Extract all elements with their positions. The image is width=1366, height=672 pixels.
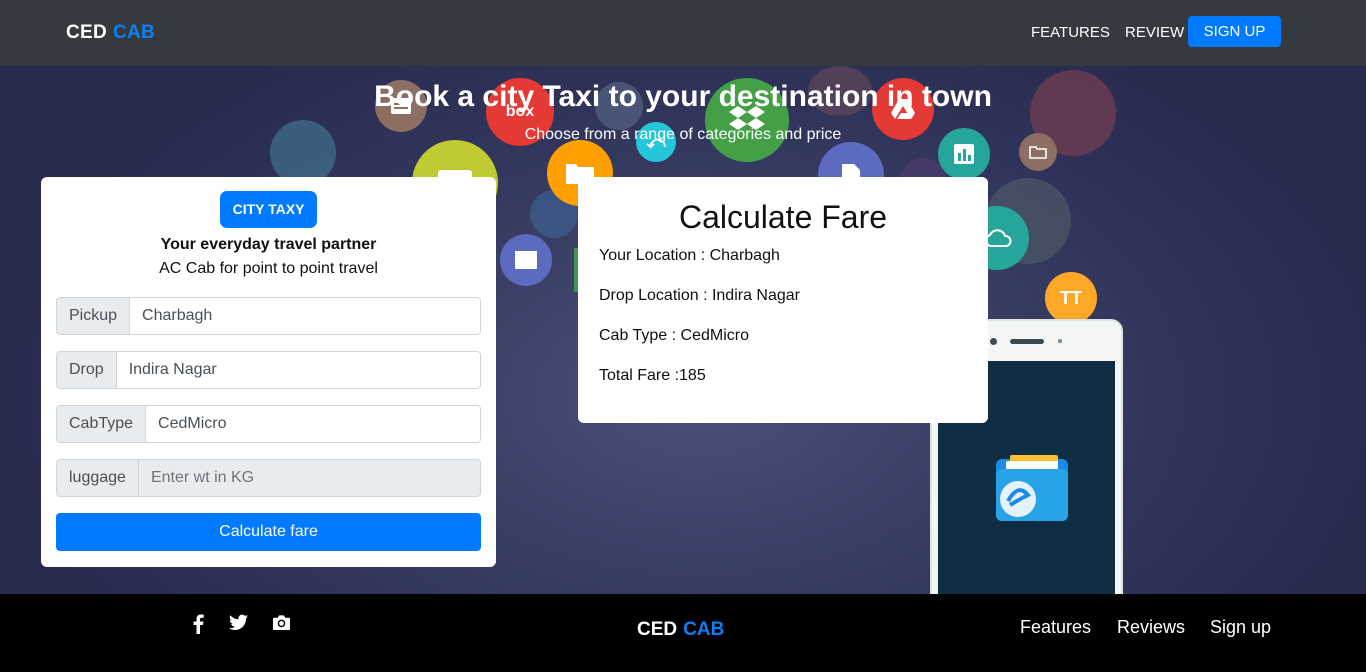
pickup-label: Pickup: [57, 298, 131, 334]
footer-brand-part1: CED: [637, 619, 678, 640]
luggage-input[interactable]: [138, 460, 480, 496]
pickup-input[interactable]: [130, 298, 480, 334]
brand-part2: CAB: [113, 22, 156, 43]
booking-card: CITY TAXY Your everyday travel partner A…: [41, 177, 496, 567]
drop-input[interactable]: [116, 352, 480, 388]
text-size-icon: TT: [1045, 272, 1097, 324]
city-taxy-badge[interactable]: CITY TAXY: [220, 191, 317, 228]
fare-title: Calculate Fare: [678, 199, 888, 235]
fare-total: Total Fare :185: [599, 367, 706, 384]
footer-signup-link[interactable]: Sign up: [1210, 617, 1271, 638]
camera-icon[interactable]: [272, 614, 291, 636]
booking-subtagline: AC Cab for point to point travel: [159, 260, 378, 277]
cabtype-label: CabType: [57, 406, 147, 442]
brand-logo[interactable]: CED CAB: [66, 22, 155, 44]
cabtype-group: CabType: [56, 405, 481, 443]
hero-subtitle: Choose from a range of categories and pr…: [524, 126, 842, 143]
twitter-icon[interactable]: [229, 614, 248, 636]
phone-camera: [990, 338, 997, 345]
luggage-group: luggage: [56, 459, 481, 497]
hero-section: box ⤺ TT Book a city Taxi to your destin…: [0, 66, 1366, 594]
luggage-label: luggage: [57, 460, 139, 496]
brand-part1: CED: [66, 22, 108, 43]
fare-card: Calculate Fare Your Location : Charbagh …: [578, 177, 988, 423]
pickup-group: Pickup: [56, 297, 481, 335]
calculate-fare-button[interactable]: Calculate fare: [56, 513, 481, 551]
fare-cab-type: Cab Type : CedMicro: [599, 327, 749, 344]
file-manager-icon: [996, 455, 1068, 521]
footer-brand-part2: CAB: [683, 619, 725, 640]
drop-group: Drop: [56, 351, 481, 389]
drop-label: Drop: [57, 352, 117, 388]
navbar: CED CAB FEATURES REVIEW SIGN UP: [0, 0, 1366, 66]
facebook-icon[interactable]: [192, 614, 204, 639]
nav-review-link[interactable]: REVIEW: [1125, 24, 1184, 41]
signup-button[interactable]: SIGN UP: [1188, 16, 1281, 47]
footer-brand[interactable]: CED CAB: [637, 619, 724, 641]
fare-location: Your Location : Charbagh: [599, 247, 780, 264]
footer-reviews-link[interactable]: Reviews: [1117, 617, 1185, 638]
footer: CED CAB Features Reviews Sign up: [0, 594, 1366, 672]
nav-features-link[interactable]: FEATURES: [1031, 24, 1110, 41]
footer-features-link[interactable]: Features: [1020, 617, 1091, 638]
phone-speaker: [1010, 339, 1044, 344]
phone-sensor: [1058, 339, 1062, 343]
video-icon: [500, 234, 552, 286]
booking-tagline: Your everyday travel partner: [160, 236, 377, 253]
cabtype-select[interactable]: [146, 406, 480, 442]
hero-title: Book a city Taxi to your destination in …: [374, 80, 992, 113]
fare-drop: Drop Location : Indira Nagar: [599, 287, 800, 304]
